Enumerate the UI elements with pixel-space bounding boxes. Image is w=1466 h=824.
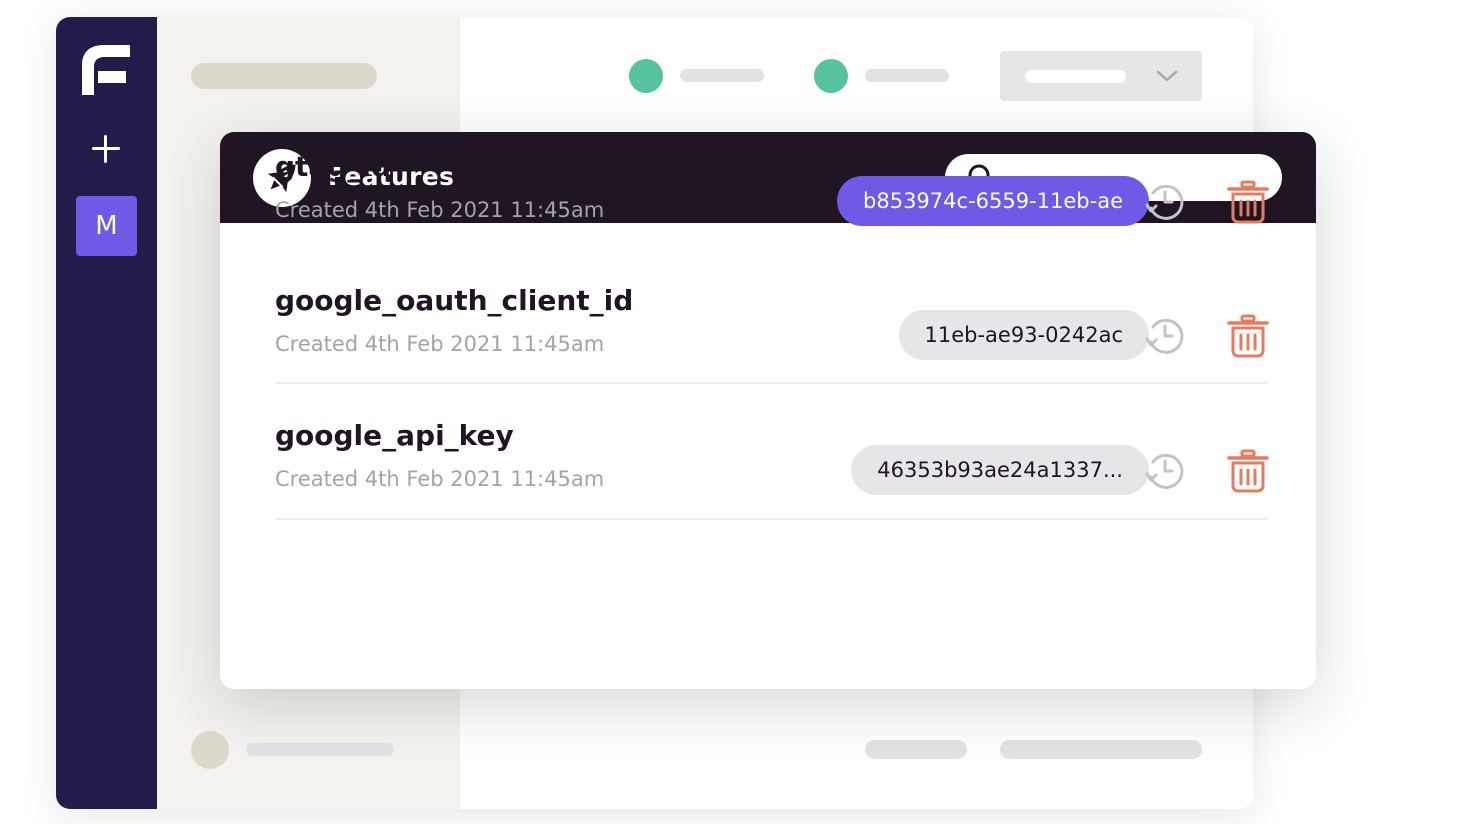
trash-icon[interactable] [1225, 448, 1271, 494]
feature-name[interactable]: gtag_id [275, 150, 391, 183]
history-icon[interactable] [1143, 314, 1187, 358]
status-dot [814, 59, 848, 93]
chevron-down-icon [1156, 70, 1178, 82]
footer-placeholder [1000, 740, 1202, 759]
side-title-placeholder [191, 63, 377, 89]
status-text-placeholder [865, 69, 949, 82]
row-divider [275, 382, 1268, 384]
history-icon[interactable] [1143, 449, 1187, 493]
feature-value-pill[interactable]: b853974c-6559-11eb-ae [837, 176, 1149, 226]
add-project-button[interactable] [89, 132, 123, 166]
flagsmith-logo-icon[interactable] [80, 43, 132, 99]
feature-row[interactable]: google_oauth_client_id Created 4th Feb 20… [275, 284, 1271, 419]
feature-created-date: Created 4th Feb 2021 11:45am [275, 198, 605, 222]
history-icon[interactable] [1143, 180, 1187, 224]
feature-created-date: Created 4th Feb 2021 11:45am [275, 332, 605, 356]
user-avatar-placeholder [191, 731, 229, 769]
feature-value-pill[interactable]: 46353b93ae24a1337... [851, 445, 1149, 495]
feature-name[interactable]: google_api_key [275, 419, 514, 452]
feature-created-date: Created 4th Feb 2021 11:45am [275, 467, 605, 491]
environment-dropdown[interactable] [1000, 51, 1202, 101]
features-panel: Features gtag_id Created 4th Feb 2021 11:… [220, 132, 1316, 689]
nav-rail: M [56, 17, 157, 809]
project-avatar[interactable]: M [76, 196, 137, 256]
trash-icon[interactable] [1225, 179, 1271, 225]
status-text-placeholder [680, 69, 764, 82]
row-divider [275, 518, 1268, 520]
feature-name[interactable]: google_oauth_client_id [275, 284, 633, 317]
trash-icon[interactable] [1225, 313, 1271, 359]
dropdown-value-placeholder [1025, 70, 1126, 83]
status-dot [629, 59, 663, 93]
feature-row[interactable]: gtag_id Created 4th Feb 2021 11:45am b8539… [275, 150, 1271, 285]
user-name-placeholder [246, 743, 394, 756]
feature-row[interactable]: google_api_key Created 4th Feb 2021 11:45… [275, 419, 1271, 554]
feature-value-pill[interactable]: 11eb-ae93-0242ac [898, 310, 1149, 360]
footer-placeholder [865, 740, 967, 759]
